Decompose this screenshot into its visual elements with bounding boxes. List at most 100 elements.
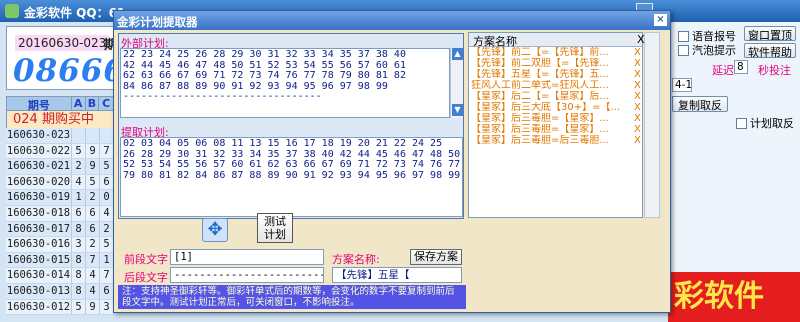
external-plan-scrollbar[interactable]: ▲ ▼ (450, 48, 463, 118)
scheme-name-label: 方案名称: (332, 253, 380, 266)
list-item[interactable]: 【先锋】前二【=【先锋】前... X (469, 47, 642, 58)
delete-scheme-icon[interactable]: X (634, 102, 641, 113)
delete-scheme-icon[interactable]: X (634, 135, 641, 146)
list-item[interactable]: 狂风人工前二单式=狂风人工... X (469, 80, 642, 91)
save-scheme-button[interactable]: 保存方案 (410, 249, 462, 265)
table-row[interactable]: 160630-020 4 5 6 (6, 174, 114, 191)
digit-cell: 7 (100, 143, 114, 159)
delete-scheme-icon[interactable]: X (634, 47, 641, 58)
scheme-name[interactable]: 【皇家】后二【=【皇家】后... (471, 91, 619, 102)
period-cell: 160630-016 (6, 237, 72, 252)
bubble-checkbox-box[interactable] (678, 44, 689, 56)
list-item[interactable]: 【皇家】后二【=【皇家】后... X (469, 91, 642, 102)
delay-label: 延迟 (712, 64, 734, 77)
delay-second-label: 秒投注 (758, 64, 791, 77)
table-row[interactable]: 160630-021 2 9 5 (6, 159, 114, 175)
history-table-header: 期号 A B C (6, 96, 114, 112)
digit-cell: 5 (86, 174, 100, 190)
scroll-up-icon[interactable]: ▲ (452, 48, 463, 60)
scheme-rows: 【先锋】前二【=【先锋】前... X 【先锋】前二双胆【=【先锋... X 【先锋】五星… (469, 47, 642, 146)
copy-invert-button[interactable]: 复制取反 (672, 96, 728, 112)
test-plan-button[interactable]: 测试 计划 (257, 213, 293, 243)
scheme-name[interactable]: 【皇家】后三毒胆=【皇家】... (471, 124, 619, 135)
delete-scheme-icon[interactable]: X (634, 124, 641, 135)
digit-cell: 3 (72, 237, 86, 252)
digit-cell: 2 (100, 221, 114, 237)
list-item[interactable]: 【皇家】后三大底【30+】=【... X (469, 102, 642, 113)
scheme-name[interactable]: 【先锋】前二【=【先锋】前... (471, 47, 619, 58)
scroll-down-icon[interactable]: ▼ (452, 104, 463, 116)
table-row[interactable]: 160630-016 3 2 5 (6, 237, 114, 253)
software-help-button[interactable]: 软件帮助 (744, 43, 796, 59)
history-rows: 160630-023 160630-022 5 9 7 160630-021 2 9 5 1606… (6, 128, 114, 316)
scheme-name-input[interactable]: 【先锋】五星【 (332, 267, 462, 283)
delete-scheme-icon[interactable]: X (634, 113, 641, 124)
plan-invert-checkbox[interactable]: 计划取反 (736, 115, 794, 131)
delete-scheme-icon[interactable]: X (634, 69, 641, 80)
table-row[interactable]: 160630-017 8 6 2 (6, 221, 114, 238)
digit-cell: 6 (100, 174, 114, 190)
digit-cell: 6 (86, 221, 100, 237)
field-a[interactable]: 4-1-4 (672, 78, 692, 92)
list-item[interactable]: 【皇家】后三毒胆=后三毒胆... X (469, 135, 642, 146)
digit-cell (86, 128, 100, 143)
digit-cell: 8 (72, 283, 86, 299)
scheme-list-scrollbar[interactable] (644, 32, 660, 218)
brand-banner: 彩软件 (668, 272, 800, 322)
digit-cell: 7 (86, 252, 100, 268)
table-row[interactable]: 160630-014 8 4 7 (6, 268, 114, 284)
list-item[interactable]: 【皇家】后三毒胆=【皇家】... X (469, 113, 642, 124)
digit-cell: 6 (86, 205, 100, 221)
list-item[interactable]: 【皇家】后三毒胆=【皇家】... X (469, 124, 642, 135)
period-cell: 160630-019 (6, 190, 72, 205)
table-row[interactable]: 160630-012 5 9 3 (6, 299, 114, 316)
current-number-display: 08666 (13, 53, 126, 89)
scheme-name[interactable]: 【皇家】后三毒胆=【皇家】... (471, 113, 619, 124)
table-row[interactable]: 160630-019 1 2 0 (6, 190, 114, 206)
bubble-checkbox[interactable]: 汽泡提示 (678, 42, 736, 58)
extract-plan-textarea[interactable]: 02 03 04 05 06 08 11 13 15 16 17 18 19 2… (120, 137, 463, 217)
table-row[interactable]: 160630-023 (6, 128, 114, 144)
delete-scheme-icon[interactable]: X (634, 91, 641, 102)
delete-scheme-icon[interactable]: X (634, 58, 641, 69)
scheme-name[interactable]: 狂风人工前二单式=狂风人工... (471, 80, 619, 91)
table-row[interactable]: 160630-013 8 4 6 (6, 283, 114, 300)
header-a: A (72, 97, 86, 110)
test-plan-label-1: 测试 (264, 215, 286, 228)
bubble-checkbox-label: 汽泡提示 (692, 44, 736, 57)
delay-input[interactable]: 8 (734, 60, 748, 74)
delete-scheme-icon[interactable]: X (634, 80, 641, 91)
scheme-name[interactable]: 【先锋】前二双胆【=【先锋... (471, 58, 619, 69)
table-row[interactable]: 160630-018 6 6 4 (6, 205, 114, 222)
scheme-name[interactable]: 【皇家】后三大底【30+】=【... (471, 102, 619, 113)
voice-checkbox-box[interactable] (678, 30, 689, 42)
period-cell: 160630-022 (6, 143, 72, 159)
table-row[interactable]: 160630-022 5 9 7 (6, 143, 114, 160)
usage-note: 注：支持神圣御彩轩等。御彩轩单式后的期数等，会变化的数字不要复制到前后段文字中。… (118, 285, 466, 309)
period-cell: 160630-013 (6, 283, 72, 299)
scheme-name[interactable]: 【先锋】五星【=【先锋】五... (471, 69, 619, 80)
external-plan-textarea[interactable]: 22 23 24 25 26 28 29 30 31 32 33 34 35 3… (120, 48, 450, 118)
move-icon[interactable]: ✥ (202, 218, 228, 242)
digit-cell: 4 (86, 283, 100, 299)
digit-cell: 9 (86, 299, 100, 315)
period-cell: 160630-012 (6, 299, 72, 315)
suffix-input[interactable]: -------------------------- (170, 267, 324, 283)
period-cell: 160630-015 (6, 252, 72, 268)
list-item[interactable]: 【先锋】前二双胆【=【先锋... X (469, 58, 642, 69)
scheme-name[interactable]: 【皇家】后三毒胆=后三毒胆... (471, 135, 619, 146)
plan-invert-checkbox-box[interactable] (736, 117, 747, 129)
prefix-input[interactable]: [1] (170, 249, 324, 265)
prefix-label: 前段文字 (124, 253, 168, 266)
dialog-title: 金彩计划提取器 (117, 15, 198, 29)
table-row[interactable]: 160630-015 8 7 1 (6, 252, 114, 269)
period-cell: 160630-017 (6, 221, 72, 237)
dialog-titlebar[interactable]: 金彩计划提取器 × (114, 11, 670, 30)
current-period-label: 20160630-023 (15, 35, 110, 51)
close-icon[interactable]: × (654, 14, 667, 26)
buying-banner: 024 期购买中 (6, 111, 114, 128)
window-topmost-button[interactable]: 窗口置顶 (744, 26, 796, 42)
digit-cell (72, 128, 86, 143)
list-item[interactable]: 【先锋】五星【=【先锋】五... X (469, 69, 642, 80)
digit-cell: 4 (86, 268, 100, 283)
